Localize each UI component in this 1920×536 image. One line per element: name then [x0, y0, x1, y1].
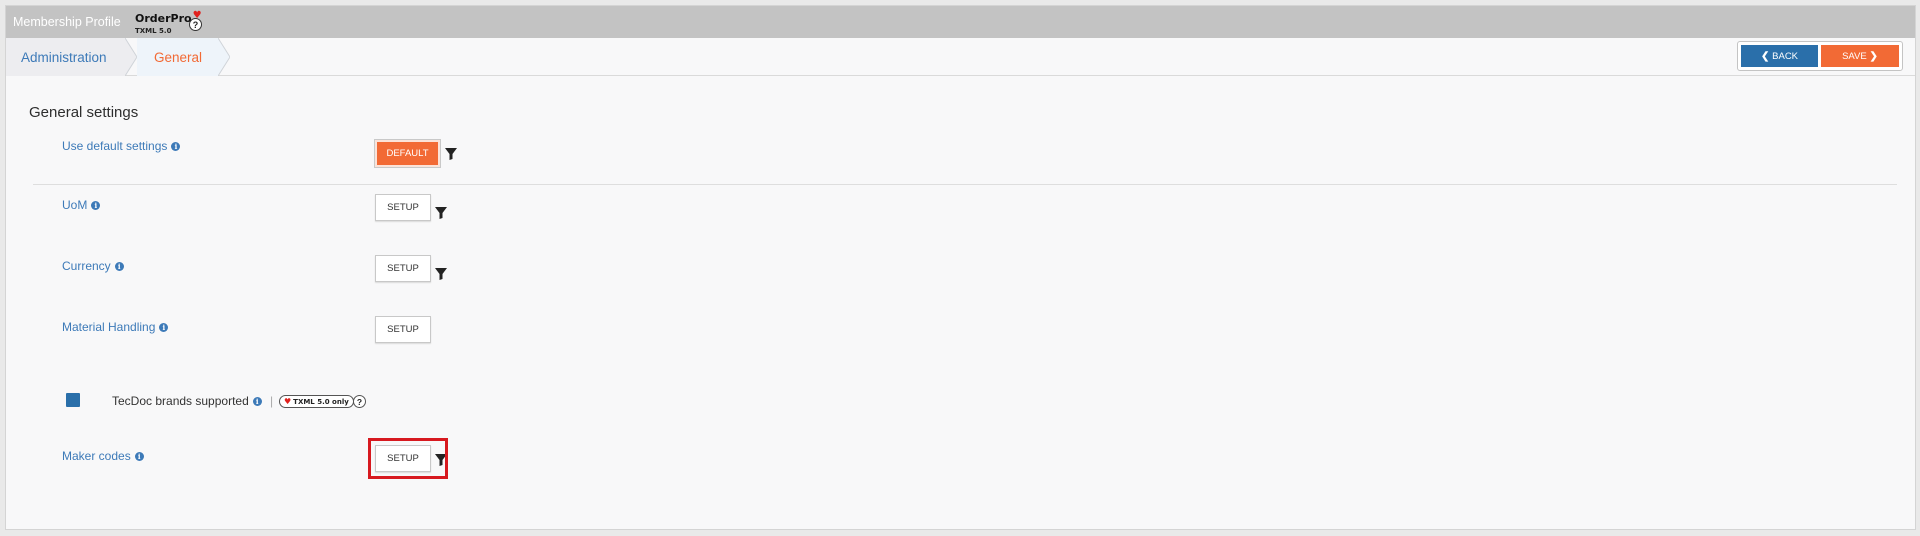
- label-text: Use default settings: [62, 139, 168, 153]
- highlight-box: [368, 438, 448, 479]
- help-icon[interactable]: ?: [353, 395, 366, 408]
- tecdoc-checkbox[interactable]: [66, 393, 80, 407]
- filter-icon[interactable]: [435, 268, 447, 280]
- info-icon[interactable]: i: [114, 261, 124, 271]
- save-label: SAVE: [1842, 50, 1867, 62]
- breadcrumb: Administration General ❮ BACK SAVE ❯: [6, 38, 1915, 76]
- breadcrumb-separator-icon: [218, 38, 230, 76]
- help-icon[interactable]: ?: [189, 18, 202, 31]
- label-text: Maker codes: [62, 449, 131, 463]
- main-frame: Membership Profile OrderPro ♥ TXML 5.0 ?…: [5, 5, 1916, 530]
- filter-icon[interactable]: [435, 207, 447, 219]
- chevron-left-icon: ❮: [1760, 50, 1773, 62]
- back-label: BACK: [1772, 50, 1799, 62]
- back-button[interactable]: ❮ BACK: [1741, 45, 1818, 67]
- currency-setup-button[interactable]: SETUP: [375, 255, 431, 282]
- row-label-maker-codes: Maker codes i: [62, 449, 144, 463]
- row-label-material-handling: Material Handling i: [62, 320, 169, 334]
- tecdoc-label: TecDoc brands supported i: [112, 394, 262, 408]
- info-icon[interactable]: i: [252, 396, 262, 406]
- material-handling-setup-button[interactable]: SETUP: [375, 316, 431, 343]
- heart-icon: ♥: [284, 397, 292, 406]
- section-title: General settings: [29, 104, 139, 121]
- row-label-currency: Currency i: [62, 259, 124, 273]
- label-text: Currency: [62, 259, 111, 273]
- brand-name: OrderPro: [135, 12, 192, 25]
- label-text: UoM: [62, 198, 88, 212]
- label-text: Material Handling: [62, 320, 156, 334]
- breadcrumb-label: Administration: [21, 49, 107, 65]
- chevron-right-icon: ❯: [1866, 50, 1878, 62]
- default-button[interactable]: DEFAULT: [374, 139, 441, 168]
- info-icon[interactable]: i: [159, 322, 169, 332]
- save-button[interactable]: SAVE ❯: [1821, 45, 1899, 67]
- separator: |: [270, 394, 274, 408]
- info-icon[interactable]: i: [91, 200, 101, 210]
- breadcrumb-item-administration[interactable]: Administration: [6, 38, 125, 76]
- breadcrumb-separator-icon: [125, 38, 137, 76]
- uom-setup-button[interactable]: SETUP: [375, 194, 431, 221]
- top-bar: Membership Profile OrderPro ♥ TXML 5.0 ?: [6, 6, 1915, 38]
- txml-only-badge: ♥ TXML 5.0 only: [279, 395, 354, 408]
- badge-text: TXML 5.0 only: [293, 397, 349, 406]
- row-label-uom: UoM i: [62, 198, 101, 212]
- label-text: TecDoc brands supported: [112, 394, 249, 408]
- info-icon[interactable]: i: [171, 141, 181, 151]
- filter-icon[interactable]: [445, 148, 457, 160]
- divider: [33, 184, 1897, 185]
- action-buttons: ❮ BACK SAVE ❯: [1737, 41, 1903, 71]
- breadcrumb-item-general[interactable]: General: [137, 38, 218, 76]
- info-icon[interactable]: i: [134, 451, 144, 461]
- app-title: Membership Profile: [13, 15, 121, 29]
- row-label-use-default-settings: Use default settings i: [62, 139, 181, 153]
- breadcrumb-label: General: [154, 49, 203, 65]
